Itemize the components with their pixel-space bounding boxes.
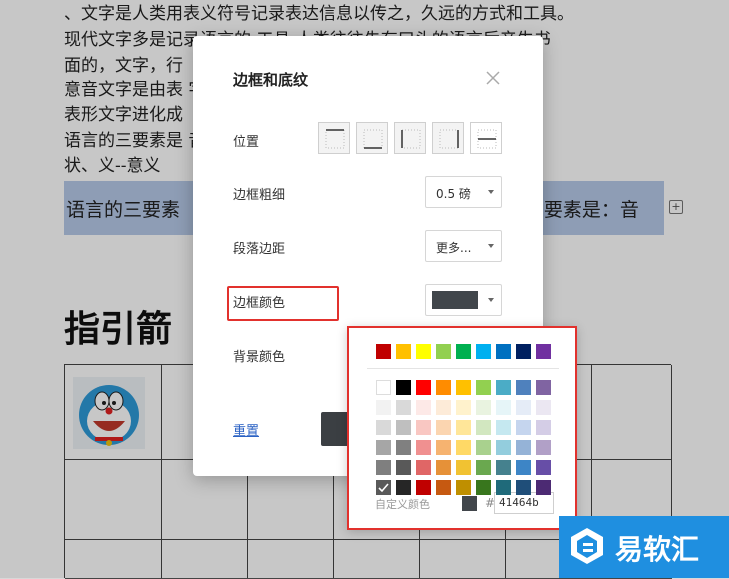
theme-color-swatch[interactable]: [416, 380, 431, 395]
theme-color-swatch[interactable]: [476, 420, 491, 435]
theme-color-swatch[interactable]: [396, 400, 411, 415]
border-color-label: 边框颜色: [233, 296, 286, 311]
border-left-button[interactable]: [394, 122, 426, 154]
theme-color-swatch[interactable]: [456, 440, 471, 455]
theme-color-swatch[interactable]: [476, 440, 491, 455]
custom-color-label: 自定义颜色: [375, 498, 430, 511]
check-icon: [378, 483, 389, 493]
border-width-select[interactable]: 0.5 磅: [425, 176, 502, 208]
theme-color-swatch[interactable]: [416, 420, 431, 435]
theme-color-swatch[interactable]: [496, 380, 511, 395]
border-middle-button[interactable]: [470, 122, 502, 154]
watermark-banner: 易软汇: [559, 516, 729, 578]
theme-color-swatch[interactable]: [536, 440, 551, 455]
theme-color-swatch[interactable]: [396, 480, 411, 495]
theme-color-swatch[interactable]: [476, 400, 491, 415]
paragraph-spacing-select[interactable]: 更多...: [425, 230, 502, 262]
theme-color-swatch[interactable]: [416, 460, 431, 475]
border-right-button[interactable]: [432, 122, 464, 154]
theme-color-swatch[interactable]: [416, 440, 431, 455]
standard-color-swatch[interactable]: [416, 344, 431, 359]
theme-color-swatch[interactable]: [516, 460, 531, 475]
theme-color-swatch[interactable]: [536, 380, 551, 395]
theme-color-swatch[interactable]: [436, 480, 451, 495]
theme-color-swatch[interactable]: [376, 440, 391, 455]
border-color-swatch: [432, 291, 478, 309]
theme-color-swatch[interactable]: [396, 460, 411, 475]
theme-color-swatch[interactable]: [456, 400, 471, 415]
theme-color-swatch[interactable]: [536, 400, 551, 415]
theme-color-swatch[interactable]: [516, 420, 531, 435]
theme-color-swatch[interactable]: [376, 380, 391, 395]
theme-color-swatch[interactable]: [536, 420, 551, 435]
theme-color-swatch[interactable]: [456, 420, 471, 435]
theme-color-swatch[interactable]: [496, 400, 511, 415]
theme-color-swatch[interactable]: [376, 480, 391, 495]
standard-color-swatch[interactable]: [436, 344, 451, 359]
theme-color-swatch[interactable]: [396, 440, 411, 455]
position-label: 位置: [233, 135, 260, 150]
theme-color-swatch[interactable]: [496, 420, 511, 435]
color-palette-popup: 自定义颜色 # 41464b: [347, 326, 577, 530]
theme-color-swatch[interactable]: [396, 380, 411, 395]
theme-color-swatch[interactable]: [516, 440, 531, 455]
chevron-down-icon: [488, 244, 494, 248]
border-width-value: 0.5 磅: [436, 187, 471, 201]
theme-color-swatch[interactable]: [476, 380, 491, 395]
palette-divider: [367, 368, 559, 369]
theme-color-swatch[interactable]: [376, 420, 391, 435]
border-top-button[interactable]: [318, 122, 350, 154]
theme-color-swatch[interactable]: [476, 460, 491, 475]
standard-color-swatch[interactable]: [396, 344, 411, 359]
theme-color-swatch[interactable]: [416, 480, 431, 495]
theme-color-swatch[interactable]: [456, 380, 471, 395]
theme-color-swatch[interactable]: [496, 440, 511, 455]
theme-color-swatch[interactable]: [396, 420, 411, 435]
theme-color-swatch[interactable]: [516, 480, 531, 495]
theme-color-swatch[interactable]: [436, 400, 451, 415]
theme-color-swatch[interactable]: [456, 460, 471, 475]
theme-color-swatch[interactable]: [376, 460, 391, 475]
theme-color-swatch[interactable]: [516, 400, 531, 415]
theme-color-swatch[interactable]: [496, 460, 511, 475]
theme-color-swatch[interactable]: [496, 480, 511, 495]
theme-color-swatch[interactable]: [376, 400, 391, 415]
theme-color-swatch[interactable]: [536, 460, 551, 475]
theme-color-swatch[interactable]: [476, 480, 491, 495]
custom-color-swatch[interactable]: [462, 496, 477, 511]
close-icon[interactable]: [485, 70, 501, 86]
theme-color-swatch[interactable]: [436, 460, 451, 475]
dialog-title: 边框和底纹: [233, 71, 309, 89]
hex-color-input[interactable]: 41464b: [494, 492, 554, 514]
standard-color-swatch[interactable]: [536, 344, 551, 359]
watermark-text: 易软汇: [615, 533, 700, 566]
paragraph-spacing-label: 段落边距: [233, 242, 286, 257]
border-color-select[interactable]: [425, 284, 502, 316]
standard-color-swatch[interactable]: [476, 344, 491, 359]
chevron-down-icon: [488, 298, 494, 302]
paragraph-spacing-value: 更多...: [436, 241, 472, 255]
theme-color-swatch[interactable]: [436, 380, 451, 395]
chevron-down-icon: [488, 190, 494, 194]
background-color-label: 背景颜色: [233, 350, 286, 365]
theme-color-swatch[interactable]: [516, 380, 531, 395]
reset-link[interactable]: 重置: [233, 420, 259, 439]
standard-color-swatch[interactable]: [376, 344, 391, 359]
standard-color-swatch[interactable]: [496, 344, 511, 359]
brand-logo-icon: [567, 526, 607, 566]
standard-color-swatch[interactable]: [516, 344, 531, 359]
theme-color-swatch[interactable]: [416, 400, 431, 415]
theme-color-swatch[interactable]: [436, 420, 451, 435]
theme-color-swatch[interactable]: [456, 480, 471, 495]
border-bottom-button[interactable]: [356, 122, 388, 154]
theme-color-swatch[interactable]: [536, 480, 551, 495]
border-width-label: 边框粗细: [233, 188, 286, 203]
theme-color-swatch[interactable]: [436, 440, 451, 455]
standard-color-swatch[interactable]: [456, 344, 471, 359]
